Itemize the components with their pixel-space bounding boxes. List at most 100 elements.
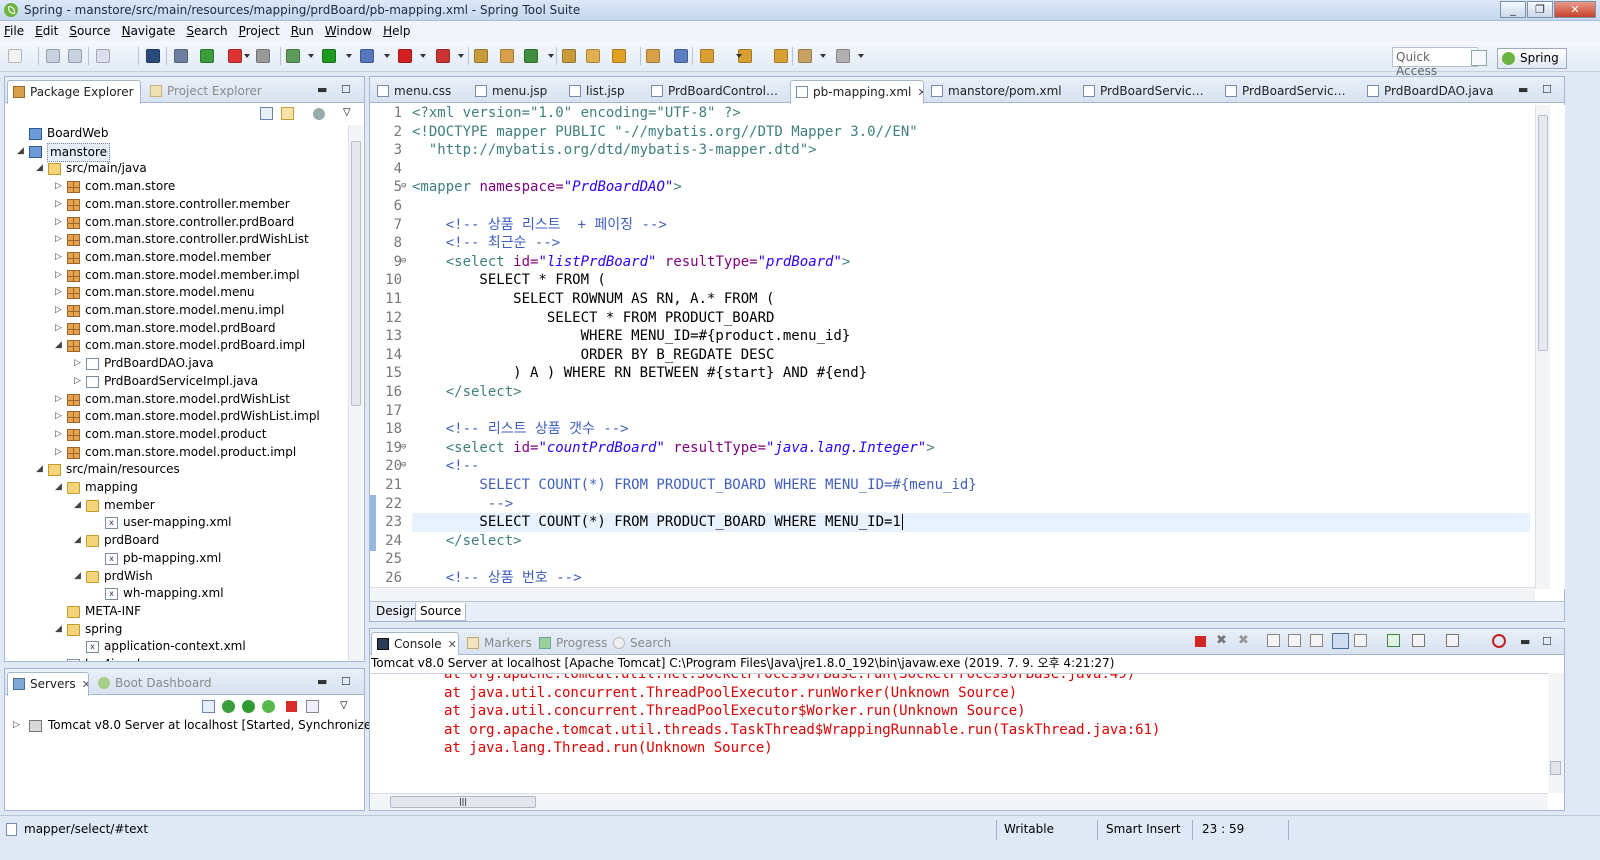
expand-arrow-icon[interactable]: ◢ [74, 497, 84, 514]
console-horizontal-scrollbar[interactable]: ||| [370, 793, 1548, 810]
view-menu-icon[interactable]: ▽ [343, 107, 351, 118]
word-wrap-icon[interactable] [1310, 634, 1323, 647]
scroll-lock-icon[interactable] [1288, 634, 1301, 647]
editor-tab[interactable]: PrdBoardServic… [1220, 80, 1360, 103]
terminate-icon[interactable] [1195, 636, 1206, 647]
tree-item[interactable]: ◢ com.man.store.model.prdBoard.impl [5, 337, 348, 355]
spring-perspective-button[interactable]: Spring [1497, 48, 1567, 69]
dropdown-arrow-icon[interactable] [458, 54, 464, 58]
stop-server-icon[interactable] [286, 701, 297, 712]
dropdown-arrow-icon[interactable] [308, 54, 314, 58]
fold-icon[interactable]: ⊖ [401, 442, 406, 452]
debug-icon[interactable] [286, 49, 300, 63]
tree-item[interactable]: ▷ com.man.store.model.member.impl [5, 267, 348, 285]
publish-icon[interactable] [306, 700, 319, 713]
menu-window[interactable]: Window [325, 24, 372, 38]
tree-item[interactable]: x wh-mapping.xml [5, 585, 348, 603]
menu-search[interactable]: Search [186, 24, 227, 38]
expand-arrow-icon[interactable]: ▷ [55, 214, 65, 231]
new-java-project-icon[interactable] [474, 49, 488, 63]
tree-item[interactable]: ▷ com.man.store.model.prdWishList.impl [5, 408, 348, 426]
tree-item[interactable]: x log4j.xml [5, 656, 348, 661]
tree-item[interactable]: ▷ com.man.store.controller.prdWishList [5, 231, 348, 249]
tree-item[interactable]: ◢ prdWish [5, 568, 348, 586]
expand-arrow-icon[interactable]: ▷ [55, 284, 65, 301]
tree-item[interactable]: ▷ com.man.store.controller.member [5, 196, 348, 214]
editor-tab[interactable]: manstore/pom.xml [926, 80, 1076, 103]
open-console-icon[interactable] [1446, 634, 1459, 647]
globe-icon[interactable] [674, 49, 688, 63]
expand-arrow-icon[interactable]: ▷ [55, 391, 65, 408]
clear-console-icon[interactable] [1267, 634, 1280, 647]
menu-navigate[interactable]: Navigate [122, 24, 176, 38]
expand-arrow-icon[interactable]: ▷ [13, 717, 23, 734]
expand-arrow-icon[interactable]: ◢ [55, 337, 65, 354]
close-icon[interactable]: ✕ [448, 638, 457, 651]
menu-help[interactable]: Help [383, 24, 410, 38]
editor-tab[interactable]: PrdBoardServic… [1078, 80, 1218, 103]
minimize-icon[interactable]: ▬ [1518, 83, 1528, 96]
minimize-button[interactable]: _ [1500, 1, 1526, 18]
new-icon[interactable] [8, 49, 22, 63]
coverage-icon[interactable] [436, 49, 450, 63]
remove-launch-icon[interactable]: ✖ [1216, 633, 1227, 648]
tab-progress[interactable]: Progress [534, 632, 610, 655]
tomcat-status-icon[interactable] [1492, 634, 1506, 648]
last-edit-icon[interactable] [774, 49, 788, 63]
minimize-icon[interactable]: ▬ [317, 83, 327, 96]
editor-tab[interactable]: list.jsp [564, 80, 644, 103]
menu-source[interactable]: Source [69, 24, 110, 38]
tree-item[interactable]: x user-mapping.xml [5, 514, 348, 532]
tree-item[interactable]: x pb-mapping.xml [5, 550, 348, 568]
tree-item[interactable]: BoardWeb [5, 125, 348, 143]
editor-horizontal-scrollbar[interactable] [370, 587, 1535, 601]
start-server-icon[interactable] [242, 700, 255, 713]
new-package-icon[interactable] [500, 49, 514, 63]
run-icon[interactable] [322, 49, 336, 63]
dropdown-arrow-icon[interactable] [548, 54, 554, 58]
skip-breakpoints-icon[interactable] [174, 49, 188, 63]
open-type-icon[interactable] [562, 49, 576, 63]
terminal-icon[interactable] [146, 49, 160, 63]
menu-run[interactable]: Run [291, 24, 314, 38]
pin-console-icon[interactable] [1387, 634, 1400, 647]
tree-item[interactable]: ▷ com.man.store [5, 178, 348, 196]
expand-arrow-icon[interactable]: ◢ [36, 160, 46, 177]
link-with-editor-icon[interactable] [281, 107, 294, 120]
expand-arrow-icon[interactable]: ▷ [55, 267, 65, 284]
tree-item[interactable]: ▷ com.man.store.model.prdWishList [5, 391, 348, 409]
expand-arrow-icon[interactable]: ▷ [55, 408, 65, 425]
expand-arrow-icon[interactable]: ▷ [55, 320, 65, 337]
open-folder-icon[interactable] [646, 49, 660, 63]
code-editor[interactable]: 1 <?xml version="1.0" encoding="UTF-8" ?>… [370, 103, 1550, 601]
expand-arrow-icon[interactable]: ▷ [74, 373, 84, 390]
show-error-icon[interactable] [1354, 634, 1367, 647]
tab-servers[interactable]: Servers✕ [7, 672, 89, 696]
expand-arrow-icon[interactable]: ▷ [55, 178, 65, 195]
close-icon[interactable]: ✕ [82, 678, 88, 691]
maximize-button[interactable]: ❐ [1527, 1, 1553, 18]
search-icon[interactable] [612, 49, 626, 63]
print-icon[interactable] [96, 49, 110, 63]
expand-arrow-icon[interactable]: ▷ [55, 231, 65, 248]
tree-item[interactable]: ◢ prdBoard [5, 532, 348, 550]
minimize-icon[interactable]: ▬ [317, 675, 327, 688]
fold-icon[interactable]: ⊖ [401, 181, 406, 191]
tab-source[interactable]: Source [415, 603, 467, 621]
tree-item[interactable]: META-INF [5, 603, 348, 621]
tree-item[interactable]: ◢ src/main/resources [5, 461, 348, 479]
tab-markers[interactable]: Markers [462, 632, 534, 655]
console-output[interactable]: at org.apache.tomcat.util.net.SocketProc… [370, 673, 1548, 793]
open-task-icon[interactable] [586, 49, 600, 63]
collapse-all-icon[interactable] [260, 107, 273, 120]
new-class-icon[interactable] [524, 49, 538, 63]
expand-arrow-icon[interactable]: ▷ [55, 196, 65, 213]
spring-boot-icon[interactable] [200, 49, 214, 63]
tree-item[interactable]: ▷ PrdBoardDAO.java [5, 355, 348, 373]
dropdown-arrow-icon[interactable] [346, 54, 352, 58]
tree-item[interactable]: ◢ manstore [5, 142, 348, 162]
menu-file[interactable]: File [4, 24, 24, 38]
maximize-icon[interactable]: ☐ [1542, 635, 1552, 648]
tab-console[interactable]: Console ✕ [371, 632, 459, 656]
fold-icon[interactable]: ⊖ [401, 460, 406, 470]
